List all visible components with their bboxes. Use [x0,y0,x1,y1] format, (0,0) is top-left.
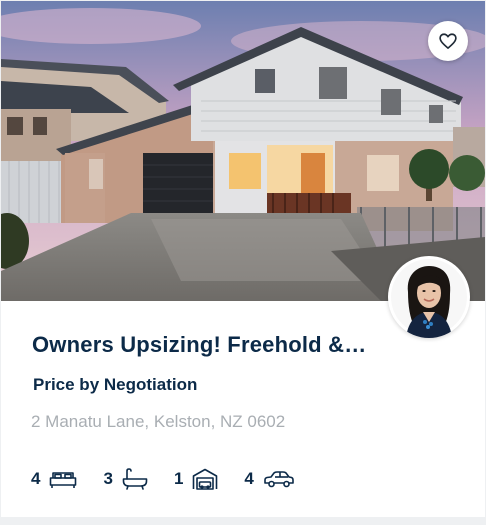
listing-title[interactable]: Owners Upsizing! Freehold & Brand New [32,332,372,358]
bedrooms-feature: 4 [31,469,77,489]
property-features: 4 3 1 4 [31,465,321,493]
agent-avatar[interactable] [388,256,470,338]
property-photo[interactable] [1,1,485,301]
favorite-button[interactable] [428,21,468,61]
bedrooms-count: 4 [31,469,41,488]
bed-icon [50,472,77,488]
bathtub-icon [122,468,148,490]
car-icon [264,471,294,488]
bathrooms-count: 3 [103,469,113,488]
garage-icon [193,468,218,490]
bathrooms-feature: 3 [103,468,148,490]
listing-address: 2 Manatu Lane, Kelston, NZ 0602 [31,412,286,431]
garages-feature: 1 [174,468,218,490]
garages-count: 1 [173,469,184,488]
heart-outline-icon [439,33,457,49]
agent-photo [391,259,467,338]
carparks-feature: 4 [244,469,294,489]
listing-price: Price by Negotiation [33,375,198,394]
carparks-count: 4 [244,469,254,488]
listing-card[interactable]: Owners Upsizing! Freehold & Brand New Pr… [1,1,485,517]
